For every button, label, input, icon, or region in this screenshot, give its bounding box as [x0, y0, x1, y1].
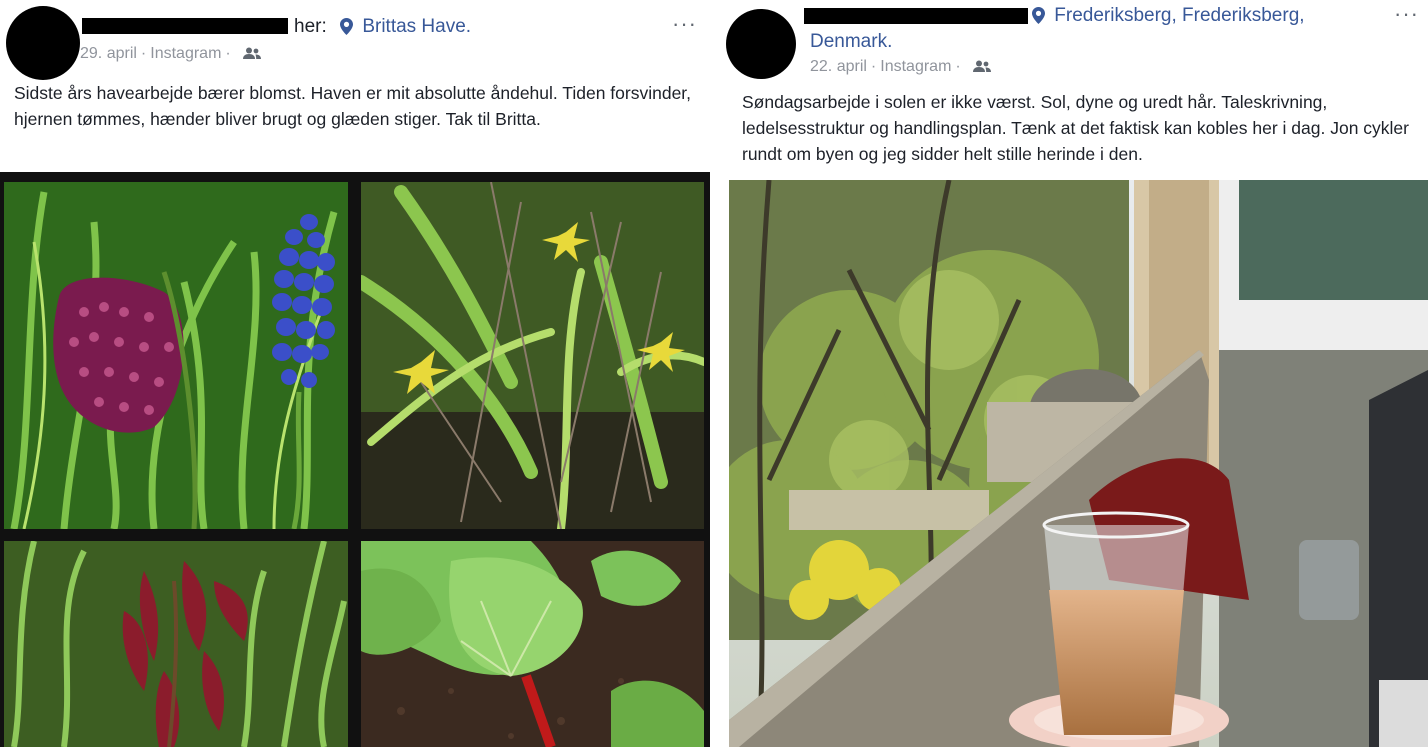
people-icon[interactable]: [973, 60, 992, 73]
post-header: her: Brittas Have.: [294, 16, 471, 38]
redacted-author-name[interactable]: [804, 8, 1028, 24]
red-shoots-photo[interactable]: [4, 541, 348, 747]
post-header: Frederiksberg, Frederiksberg,: [1032, 5, 1305, 27]
more-options-button[interactable]: ···: [672, 13, 697, 35]
post-text: Søndagsarbejde i solen er ikke værst. So…: [742, 92, 1409, 164]
location-pin-icon: [340, 18, 354, 35]
location-pin-icon: [1032, 7, 1045, 24]
post-date[interactable]: 22. april: [810, 58, 867, 75]
post-left: her: Brittas Have. 29. april · Instagram · …: [0, 0, 710, 747]
post-meta: 22. april · Instagram ·: [810, 58, 992, 76]
post-source: Instagram: [150, 45, 222, 62]
location-link[interactable]: Brittas Have.: [362, 16, 471, 37]
post-text: Sidste års havearbejde bærer blomst. Hav…: [14, 83, 692, 129]
redacted-author-name[interactable]: [82, 18, 288, 34]
post-source: Instagram: [880, 58, 952, 75]
people-icon[interactable]: [243, 47, 262, 60]
post-divider: [710, 0, 726, 747]
photo-collage[interactable]: [0, 172, 710, 747]
fritillary-muscari-photo[interactable]: [4, 182, 348, 529]
yellow-star-flower-image: [361, 182, 704, 529]
post-date[interactable]: 29. april: [80, 45, 137, 62]
avatar[interactable]: [6, 6, 80, 80]
more-options-button[interactable]: ···: [1394, 3, 1419, 25]
location-link-continued[interactable]: Denmark.: [810, 31, 892, 53]
red-shoots-image: [4, 541, 348, 747]
fritillary-muscari-image: [4, 182, 348, 529]
author-suffix: her:: [294, 16, 327, 37]
post-right: Frederiksberg, Frederiksberg, Denmark. 2…: [726, 0, 1428, 747]
post-meta: 29. april · Instagram ·: [80, 45, 262, 63]
balcony-coffee-image: [729, 180, 1428, 747]
rhubarb-leaves-image: [361, 541, 704, 747]
balcony-coffee-photo[interactable]: [729, 180, 1428, 747]
yellow-star-flower-photo[interactable]: [361, 182, 704, 529]
avatar[interactable]: [726, 9, 796, 79]
location-link[interactable]: Frederiksberg, Frederiksberg,: [1054, 5, 1304, 26]
rhubarb-leaves-photo[interactable]: [361, 541, 704, 747]
